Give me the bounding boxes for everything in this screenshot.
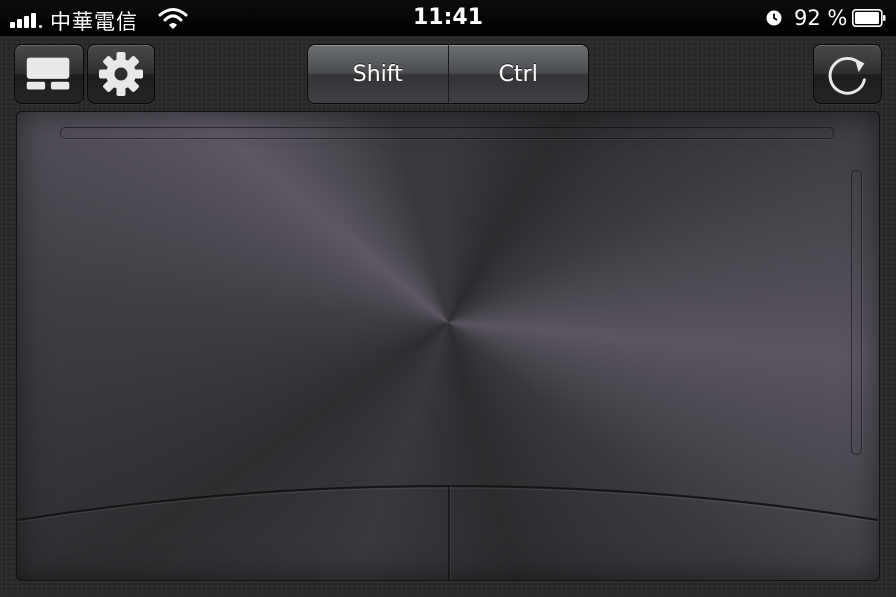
alarm-clock-icon [766, 10, 782, 26]
gear-icon [99, 52, 143, 96]
shift-button[interactable]: Shift [308, 45, 448, 103]
vertical-scroll-strip[interactable] [851, 170, 862, 455]
keyboard-button[interactable] [14, 44, 84, 104]
settings-button[interactable] [87, 44, 155, 104]
refresh-button[interactable] [813, 44, 882, 104]
ctrl-button[interactable]: Ctrl [447, 45, 588, 103]
status-bar: 中華電信 11:41 92 % [0, 0, 896, 36]
left-click-button[interactable] [17, 486, 449, 580]
battery-percentage: 92 % [794, 6, 848, 30]
modifier-keys: Shift Ctrl [307, 44, 589, 104]
battery-icon [852, 9, 886, 27]
refresh-icon [828, 57, 866, 95]
right-click-button[interactable] [449, 486, 879, 580]
keyboard-icon [26, 57, 70, 90]
status-time: 11:41 [412, 5, 484, 30]
horizontal-scroll-strip[interactable] [60, 127, 834, 139]
